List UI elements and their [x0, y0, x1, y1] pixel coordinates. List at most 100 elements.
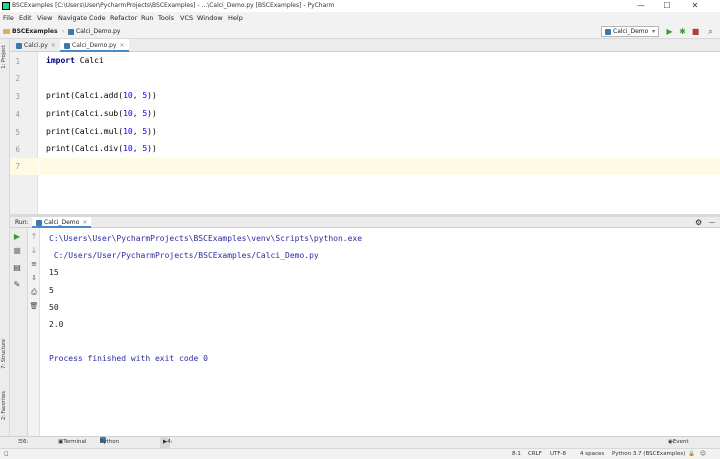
breadcrumb-project[interactable]: BSCExamples — [3, 24, 58, 39]
tab-calci-demo[interactable]: Calci_Demo.py × — [60, 39, 129, 52]
menu-bar: File Edit View Navigate Code Refactor Ru… — [0, 12, 720, 24]
soft-wrap-icon[interactable]: ≡ — [29, 259, 39, 269]
run-config-tab[interactable]: Calci_Demo × — [32, 217, 92, 228]
code-text: )) — [147, 127, 157, 136]
menu-tools[interactable]: Tools — [158, 12, 174, 24]
code-text: print(Calci.div( — [46, 144, 124, 153]
number-literal: 10 — [123, 91, 133, 100]
left-tool-strip: 1: Project 7: Structure 2: Favorites — [0, 39, 10, 436]
console-finish-message: Process finished with exit code 0 — [49, 354, 208, 363]
pin-icon[interactable]: ✎ — [12, 280, 22, 290]
code-line: print(Calci.mul(10, 5)) — [46, 127, 157, 136]
code-text: )) — [147, 109, 157, 118]
debug-icon[interactable]: ✱ — [677, 26, 688, 37]
tab-calci[interactable]: Calci.py × — [12, 39, 60, 52]
close-button[interactable]: ✕ — [684, 0, 706, 12]
code-text: )) — [147, 91, 157, 100]
rerun-icon[interactable]: ▶ — [12, 232, 22, 242]
menu-view[interactable]: View — [37, 12, 52, 24]
run-tab[interactable]: ▶ 4: Run — [160, 437, 178, 456]
project-tool-button[interactable]: 1: Project — [1, 45, 7, 69]
console-output-line: 15 — [49, 268, 59, 277]
run-panel-header: Run: Calci_Demo × ⚙ — — [10, 217, 720, 228]
restore-layout-icon[interactable]: ▤ — [12, 263, 22, 273]
tab-label: Calci.py — [24, 42, 48, 49]
code-line: print(Calci.div(10, 5)) — [46, 144, 157, 153]
gear-icon[interactable]: ⚙ — [695, 217, 702, 228]
menu-vcs[interactable]: VCS — [180, 12, 193, 24]
search-icon[interactable]: ⌕ — [705, 26, 716, 37]
favorites-tool-button[interactable]: 2: Favorites — [1, 391, 7, 420]
arrow-down-icon[interactable]: ↓ — [29, 246, 39, 256]
run-icon[interactable]: ▶ — [664, 26, 675, 37]
console-command-line: C:\Users\User\PycharmProjects\BSCExample… — [49, 234, 363, 243]
line-number: 5 — [15, 128, 20, 137]
terminal-tab[interactable]: ▣ Terminal — [58, 437, 86, 448]
menu-run[interactable]: Run — [141, 12, 153, 24]
current-line-highlight — [39, 158, 720, 175]
number-literal: 10 — [123, 127, 133, 136]
close-icon[interactable]: × — [82, 219, 87, 226]
code-text: print(Calci.add( — [46, 91, 124, 100]
run-panel-label: Run: — [15, 219, 29, 226]
structure-tool-button[interactable]: 7: Structure — [1, 339, 7, 369]
code-editor[interactable]: 1 2 3 4 5 6 7 import Calci print(Calci.a… — [10, 52, 720, 214]
python-file-icon — [605, 28, 611, 35]
title-bar: BSCExamples [C:\Users\User\PycharmProjec… — [0, 0, 720, 12]
pycharm-logo-icon — [2, 2, 10, 10]
python-file-icon — [64, 42, 70, 49]
caret-position[interactable]: 8:1 — [512, 449, 521, 459]
minimize-button[interactable]: — — [630, 0, 652, 12]
line-number: 6 — [15, 145, 20, 154]
menu-window[interactable]: Window — [197, 12, 223, 24]
code-text: , — [132, 109, 143, 118]
file-encoding[interactable]: UTF-8 — [550, 449, 566, 459]
run-configuration-select[interactable]: Calci_Demo ▾ — [601, 26, 659, 37]
indent-setting[interactable]: 4 spaces — [580, 449, 604, 459]
run-config-tab-label: Calci_Demo — [44, 219, 80, 226]
menu-file[interactable]: File — [3, 12, 14, 24]
python-interpreter[interactable]: Python 3.7 (BSCExamples) — [612, 449, 685, 459]
close-icon[interactable]: × — [120, 42, 125, 49]
trash-icon[interactable]: 🗑 — [29, 301, 39, 311]
stop-icon[interactable]: ■ — [12, 246, 22, 256]
scroll-to-end-icon[interactable]: ⇩ — [29, 273, 39, 283]
run-config-label: Calci_Demo — [613, 28, 649, 35]
menu-navigate[interactable]: Navigate — [58, 12, 87, 24]
hide-panel-icon[interactable]: — — [709, 217, 715, 228]
maximize-button[interactable]: ☐ — [656, 0, 678, 12]
line-number: 2 — [15, 74, 20, 83]
line-number: 4 — [15, 110, 20, 119]
event-log-button[interactable]: ◉ Event Log — [668, 437, 689, 456]
code-text: , — [132, 144, 143, 153]
breadcrumb-file[interactable]: Calci_Demo.py — [68, 24, 121, 39]
code-text: , — [132, 127, 143, 136]
run-console[interactable]: C:\Users\User\PycharmProjects\BSCExample… — [40, 228, 720, 436]
menu-code[interactable]: Code — [89, 12, 106, 24]
arrow-up-icon[interactable]: ↑ — [29, 232, 39, 242]
line-number: 7 — [15, 162, 20, 171]
editor-tabs: Calci.py × Calci_Demo.py × — [10, 39, 720, 52]
window-title: BSCExamples [C:\Users\User\PycharmProjec… — [12, 2, 335, 9]
menu-refactor[interactable]: Refactor — [110, 12, 137, 24]
todo-tab[interactable]: ☰ 6: TODO — [18, 437, 39, 456]
status-toggle-icon[interactable]: ◻ — [4, 449, 9, 459]
code-line: print(Calci.sub(10, 5)) — [46, 109, 157, 118]
stop-icon[interactable]: ■ — [690, 26, 701, 37]
print-icon[interactable]: ⎙ — [29, 287, 39, 297]
keyword: import — [46, 56, 75, 65]
line-number: 3 — [15, 92, 20, 101]
line-separator[interactable]: CRLF — [528, 449, 542, 459]
python-file-icon — [68, 28, 74, 35]
status-bar: ◻ 8:1 CRLF UTF-8 4 spaces Python 3.7 (BS… — [0, 448, 720, 459]
number-literal: 10 — [123, 109, 133, 118]
folder-icon — [3, 29, 10, 34]
menu-help[interactable]: Help — [228, 12, 243, 24]
tab-label: Calci_Demo.py — [72, 42, 117, 49]
console-toolbar: ↑ ↓ ≡ ⇩ ⎙ 🗑 — [28, 228, 40, 436]
menu-edit[interactable]: Edit — [19, 12, 32, 24]
close-icon[interactable]: × — [51, 42, 56, 49]
notifications-icon[interactable]: ☺ — [700, 449, 706, 459]
terminal-tab-label: Terminal — [63, 439, 87, 445]
lock-icon[interactable]: 🔒 — [688, 449, 695, 459]
